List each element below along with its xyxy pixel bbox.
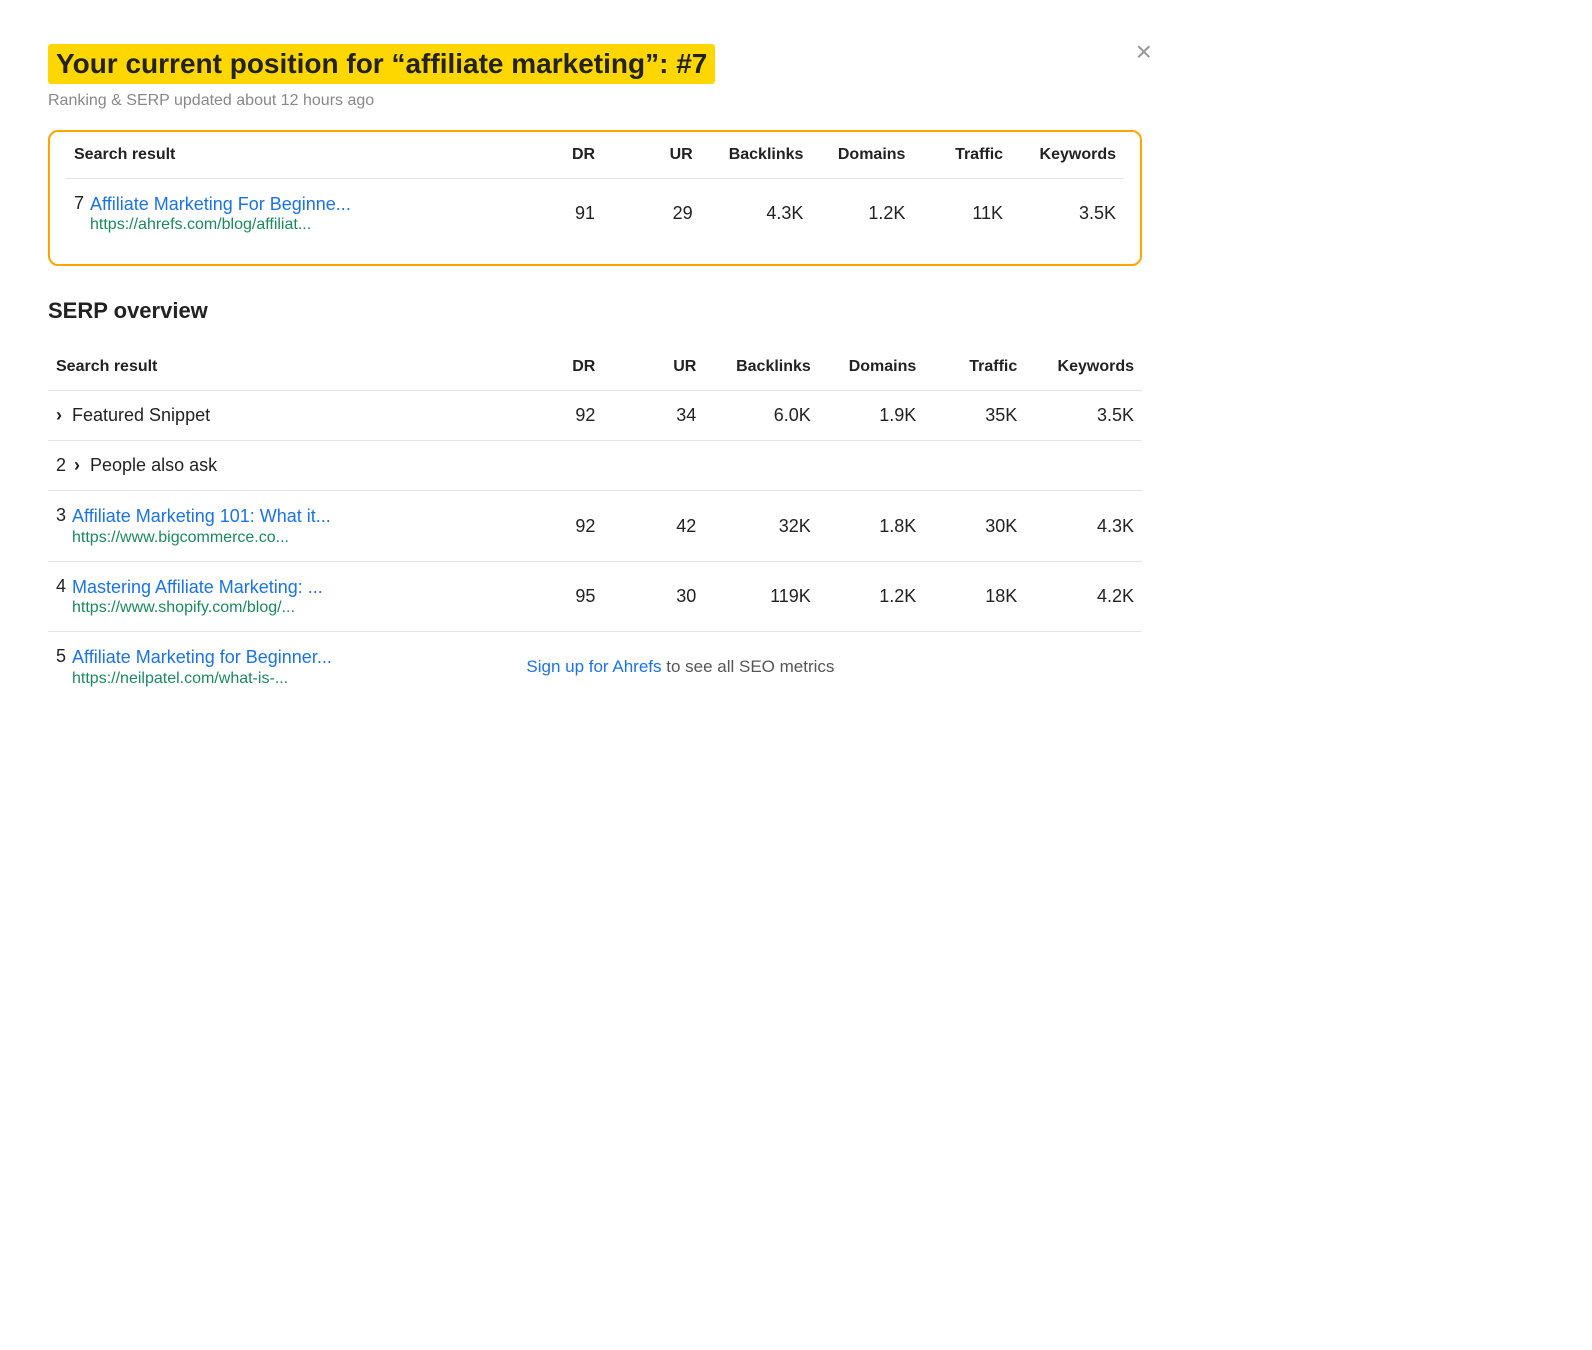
row-keywords: 3.5K [1025,391,1142,441]
result-url[interactable]: https://www.bigcommerce.co... [72,529,331,547]
current-position-table: Search result DR UR Backlinks Domains Tr… [66,132,1124,248]
row-label-text: Featured Snippet [72,405,210,426]
row-backlinks [704,441,819,491]
result-title[interactable]: Affiliate Marketing 101: What it... [72,505,331,528]
row-backlinks: 32K [704,491,819,561]
serp-header-row: Search result DR UR Backlinks Domains Tr… [48,344,1142,391]
row-keywords: 4.2K [1025,561,1142,631]
result-cell: 4 Mastering Affiliate Marketing: ... htt… [48,561,502,631]
current-ur: 29 [603,179,701,249]
serp-overview-table: Search result DR UR Backlinks Domains Tr… [48,344,1142,701]
row-dr: 92 [502,491,603,561]
row-backlinks: 119K [704,561,819,631]
col-backlinks-header: Backlinks [701,132,812,179]
result-url[interactable]: https://www.shopify.com/blog/... [72,599,323,617]
col-keywords-header: Keywords [1011,132,1124,179]
serp-col-keywords: Keywords [1025,344,1142,391]
serp-overview-title: SERP overview [48,298,1142,324]
row-ur: 34 [603,391,704,441]
serp-col-backlinks: Backlinks [704,344,819,391]
current-keywords: 3.5K [1011,179,1124,249]
current-dr: 91 [505,179,603,249]
col-traffic-header: Traffic [913,132,1011,179]
row-domains: 1.2K [819,561,924,631]
result-cell: › Featured Snippet [48,391,502,441]
table-row: 4 Mastering Affiliate Marketing: ... htt… [48,561,1142,631]
current-result-url[interactable]: https://ahrefs.com/blog/affiliat... [90,216,351,234]
serp-col-search-result: Search result [48,344,502,391]
result-url[interactable]: https://neilpatel.com/what-is-... [72,670,332,688]
row-position: 5 [56,646,66,667]
current-result-cell: 7 Affiliate Marketing For Beginne... htt… [66,179,505,249]
current-traffic: 11K [913,179,1011,249]
row-keywords: 4.3K [1025,491,1142,561]
row-traffic: 30K [924,491,1025,561]
result-cell: 2 › People also ask [48,441,502,491]
row-position: 3 [56,505,66,526]
serp-col-traffic: Traffic [924,344,1025,391]
table-row: 3 Affiliate Marketing 101: What it... ht… [48,491,1142,561]
signup-cell: Sign up for Ahrefs to see all SEO metric… [502,632,1142,702]
row-ur [603,441,704,491]
table-row: › Featured Snippet 92 34 6.0K 1.9K 35K 3… [48,391,1142,441]
page-title: Your current position for “affiliate mar… [48,44,715,84]
current-table-header-row: Search result DR UR Backlinks Domains Tr… [66,132,1124,179]
row-ur: 42 [603,491,704,561]
current-position-number: 7 [74,193,84,214]
current-backlinks: 4.3K [701,179,812,249]
serp-col-dr: DR [502,344,603,391]
row-backlinks: 6.0K [704,391,819,441]
row-traffic [924,441,1025,491]
row-domains [819,441,924,491]
current-position-row: 7 Affiliate Marketing For Beginne... htt… [66,179,1124,249]
row-dr: 92 [502,391,603,441]
row-label-text: People also ask [90,455,217,476]
row-traffic: 18K [924,561,1025,631]
row-dr [502,441,603,491]
col-domains-header: Domains [811,132,913,179]
row-domains: 1.9K [819,391,924,441]
row-ur: 30 [603,561,704,631]
current-result-title[interactable]: Affiliate Marketing For Beginne... [90,193,351,216]
chevron-icon[interactable]: › [74,455,80,476]
chevron-icon[interactable]: › [56,405,62,426]
row-position: 2 [56,455,66,476]
result-cell: 3 Affiliate Marketing 101: What it... ht… [48,491,502,561]
main-panel: × Your current position for “affiliate m… [20,20,1170,726]
current-domains: 1.2K [811,179,913,249]
row-traffic: 35K [924,391,1025,441]
signup-link[interactable]: Sign up for Ahrefs [526,657,661,676]
subtitle: Ranking & SERP updated about 12 hours ag… [48,92,1142,110]
close-button[interactable]: × [1136,38,1152,66]
table-row: 5 Affiliate Marketing for Beginner... ht… [48,632,1142,702]
serp-col-ur: UR [603,344,704,391]
row-position: 4 [56,576,66,597]
col-dr-header: DR [505,132,603,179]
row-domains: 1.8K [819,491,924,561]
result-cell: 5 Affiliate Marketing for Beginner... ht… [48,632,502,702]
row-keywords [1025,441,1142,491]
table-row: 2 › People also ask [48,441,1142,491]
result-title[interactable]: Mastering Affiliate Marketing: ... [72,576,323,599]
serp-col-domains: Domains [819,344,924,391]
row-dr: 95 [502,561,603,631]
signup-suffix: to see all SEO metrics [662,657,835,676]
col-search-result-header: Search result [66,132,505,179]
current-position-box: Search result DR UR Backlinks Domains Tr… [48,130,1142,266]
result-title[interactable]: Affiliate Marketing for Beginner... [72,646,332,669]
col-ur-header: UR [603,132,701,179]
